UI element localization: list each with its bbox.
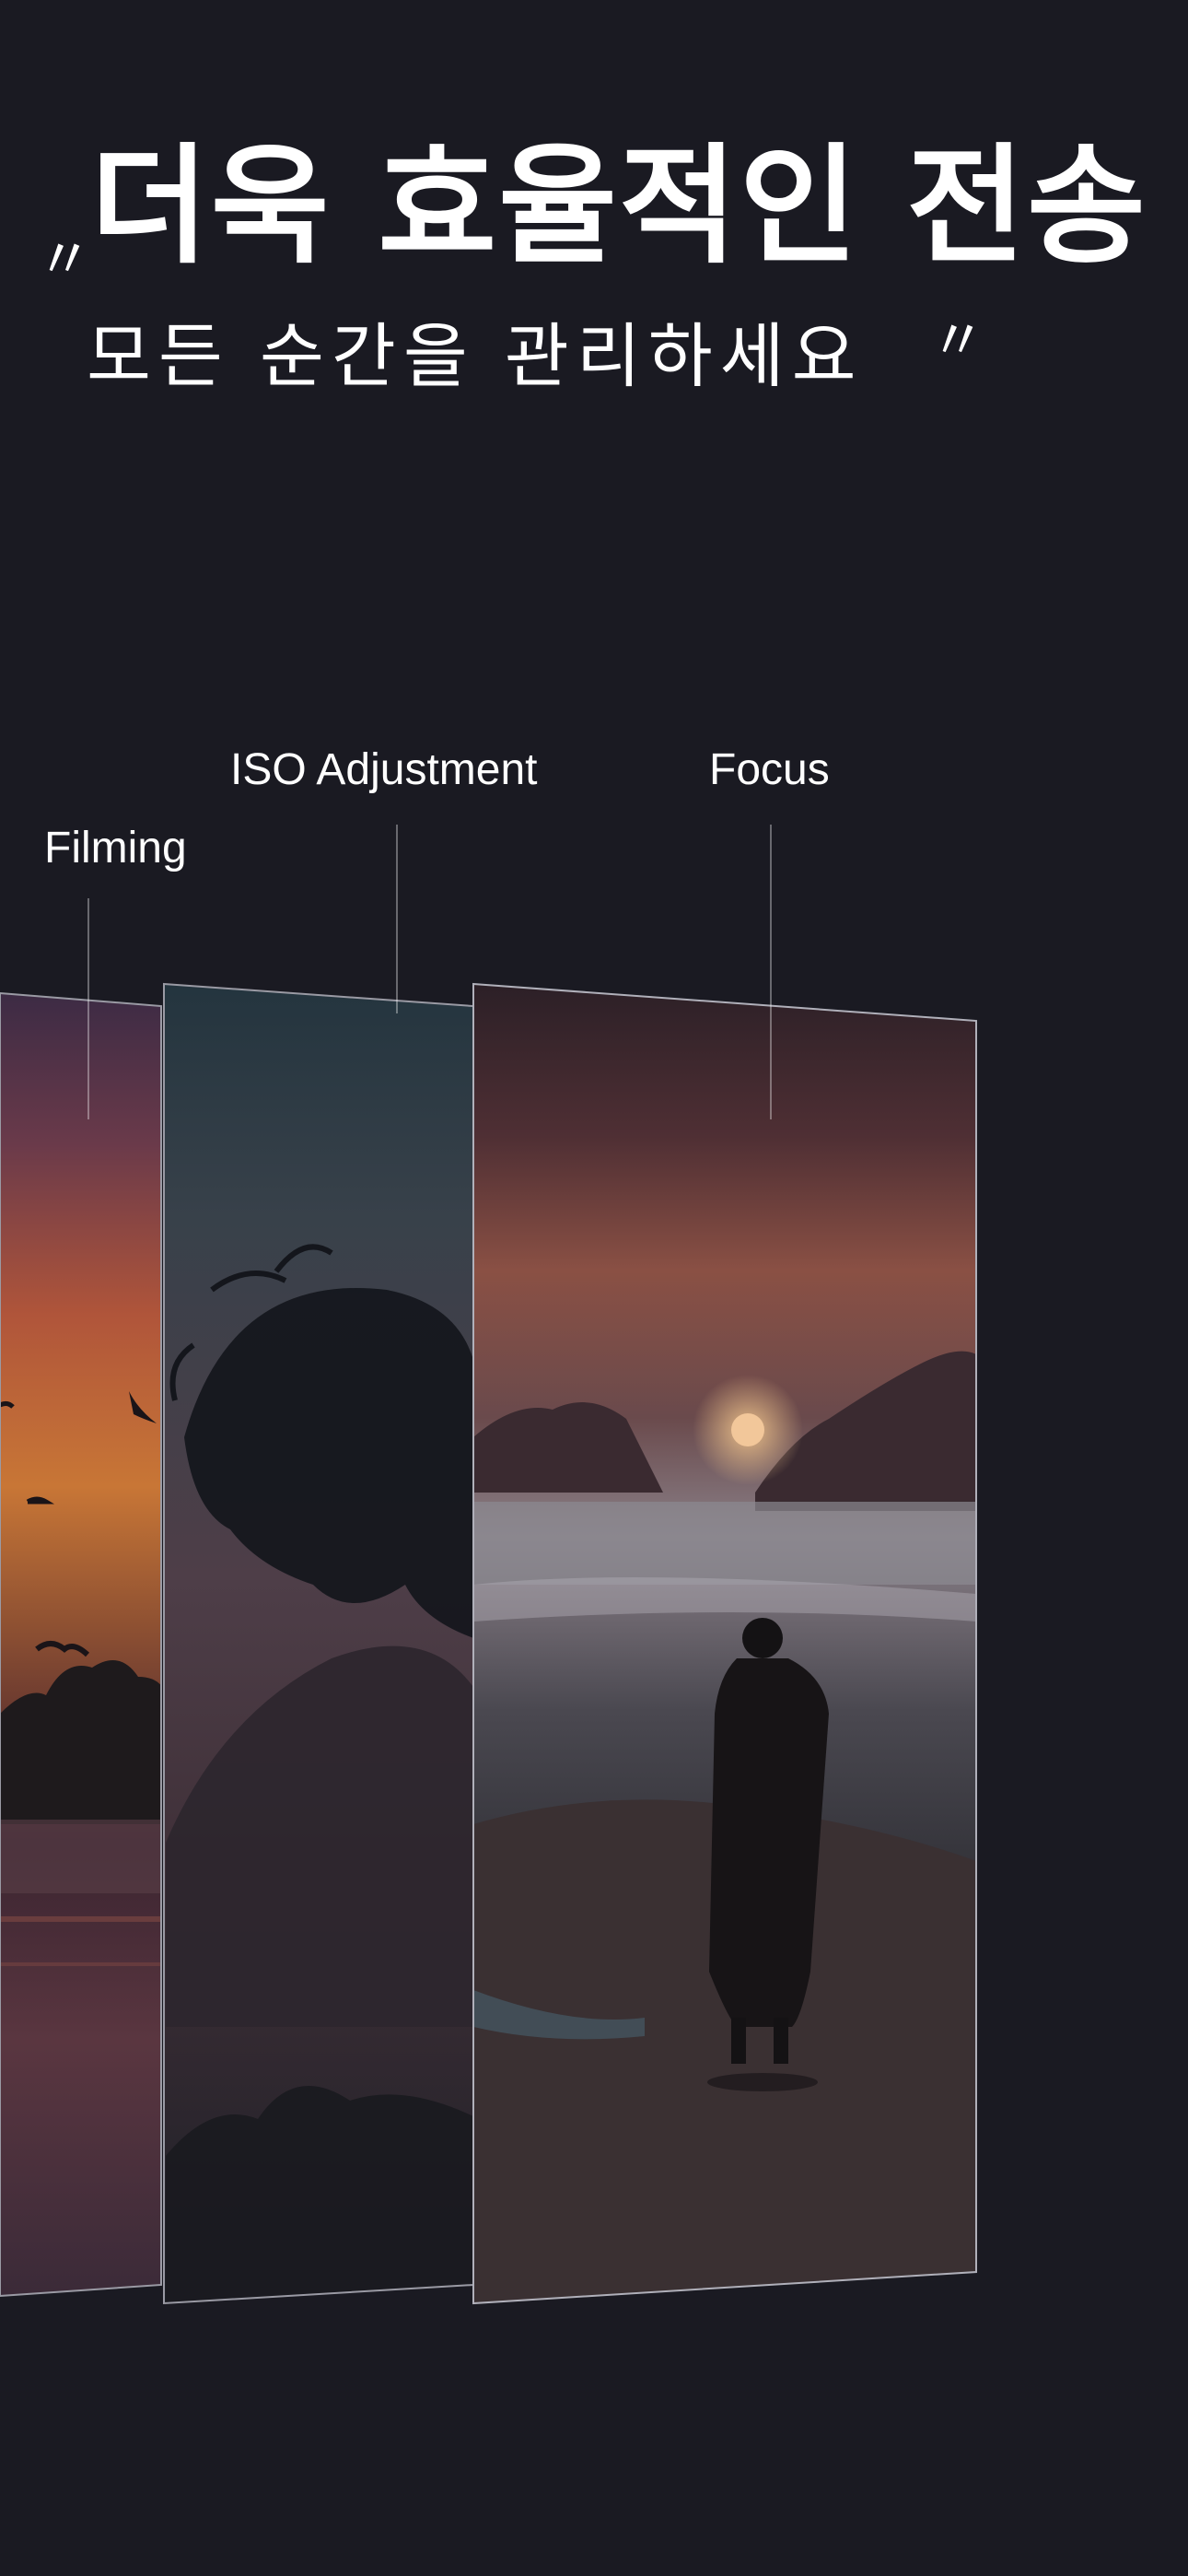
filming-leader-line xyxy=(87,898,89,1119)
iso-leader-line xyxy=(396,825,398,1013)
focus-panel xyxy=(473,984,976,2303)
filming-panel xyxy=(0,993,161,2296)
iso-panel xyxy=(164,984,473,2303)
label-focus: Focus xyxy=(709,745,830,794)
label-filming: Filming xyxy=(44,824,187,872)
photo-panels xyxy=(0,982,977,2305)
focus-leader-line xyxy=(770,825,772,1119)
label-iso-adjustment: ISO Adjustment xyxy=(230,745,538,794)
